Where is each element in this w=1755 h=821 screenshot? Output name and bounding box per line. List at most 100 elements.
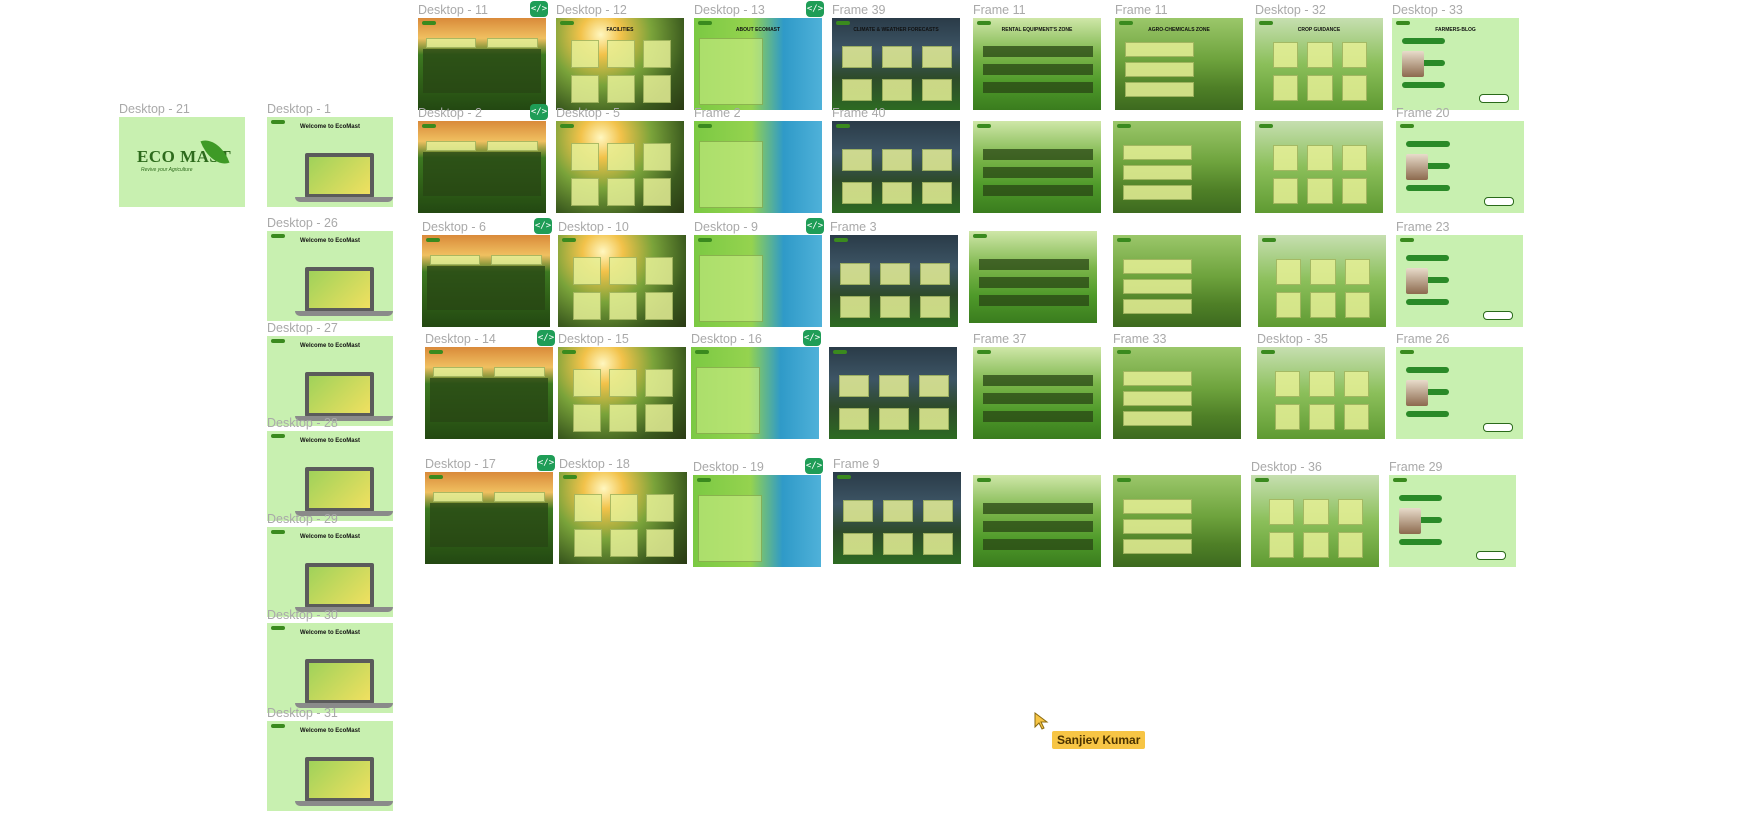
- frame-label[interactable]: Desktop - 11: [418, 3, 488, 17]
- frame-label[interactable]: Desktop - 14: [425, 332, 496, 346]
- frame-label[interactable]: Desktop - 9: [694, 220, 758, 234]
- frame-thumbnail[interactable]: ABOUT ECOMAST: [694, 18, 822, 110]
- frame-thumbnail[interactable]: [691, 347, 819, 439]
- frame-thumbnail[interactable]: [1251, 475, 1379, 567]
- frame-thumbnail[interactable]: RENTAL EQUIPMENT'S ZONE: [973, 18, 1101, 110]
- frame-label[interactable]: Desktop - 13: [694, 3, 765, 17]
- frame-thumbnail[interactable]: [418, 121, 546, 213]
- frame-thumbnail[interactable]: Welcome to EcoMast: [267, 431, 393, 521]
- frame-label[interactable]: Desktop - 36: [1251, 460, 1322, 474]
- frame-thumbnail[interactable]: [973, 475, 1101, 567]
- frame-label[interactable]: Desktop - 28: [267, 416, 338, 430]
- design-frame[interactable]: Desktop - 14 </>: [425, 330, 555, 439]
- frame-label[interactable]: Frame 40: [832, 106, 886, 120]
- frame-label[interactable]: Desktop - 12: [556, 3, 627, 17]
- design-frame[interactable]: Desktop - 10: [558, 220, 686, 327]
- frame-thumbnail[interactable]: Welcome to EcoMast: [267, 623, 393, 713]
- frame-label[interactable]: Frame 2: [694, 106, 741, 120]
- frame-label[interactable]: Frame 29: [1389, 460, 1443, 474]
- frame-thumbnail[interactable]: [969, 231, 1097, 323]
- design-frame[interactable]: [829, 347, 957, 439]
- frame-label[interactable]: Frame 20: [1396, 106, 1450, 120]
- frame-label[interactable]: Desktop - 31: [267, 706, 338, 720]
- design-frame[interactable]: [969, 231, 1097, 323]
- frame-label[interactable]: Frame 11: [1115, 3, 1168, 17]
- design-frame[interactable]: Frame 11 RENTAL EQUIPMENT'S ZONE: [973, 3, 1101, 110]
- frame-thumbnail[interactable]: Welcome to EcoMast: [267, 117, 393, 207]
- frame-label[interactable]: Frame 26: [1396, 332, 1450, 346]
- design-frame[interactable]: Frame 33: [1113, 332, 1241, 439]
- design-frame[interactable]: [1113, 235, 1241, 327]
- frame-thumbnail[interactable]: [833, 472, 961, 564]
- code-view-icon[interactable]: </>: [803, 330, 821, 346]
- frame-thumbnail[interactable]: Welcome to EcoMast: [267, 721, 393, 811]
- design-frame[interactable]: [1113, 121, 1241, 213]
- frame-thumbnail[interactable]: [425, 347, 553, 439]
- frame-thumbnail[interactable]: Welcome to EcoMast: [267, 527, 393, 617]
- code-view-icon[interactable]: </>: [806, 218, 824, 234]
- design-frame[interactable]: Desktop - 31 Welcome to EcoMast: [267, 706, 393, 811]
- design-frame[interactable]: Desktop - 19 </>: [693, 458, 823, 567]
- design-frame[interactable]: [973, 121, 1101, 213]
- frame-thumbnail[interactable]: [418, 18, 546, 110]
- frame-thumbnail[interactable]: [694, 121, 822, 213]
- design-frame[interactable]: Desktop - 5: [556, 106, 684, 213]
- design-frame[interactable]: Desktop - 6 </>: [422, 218, 552, 327]
- frame-thumbnail[interactable]: ECO MAST Revive your Agriculture: [119, 117, 245, 207]
- frame-thumbnail[interactable]: [556, 121, 684, 213]
- frame-thumbnail[interactable]: [558, 235, 686, 327]
- code-view-icon[interactable]: </>: [537, 330, 555, 346]
- design-frame[interactable]: Frame 39 CLIMATE & WEATHER FORECASTS: [832, 3, 960, 110]
- frame-thumbnail[interactable]: [694, 235, 822, 327]
- design-frame[interactable]: Frame 26: [1396, 332, 1523, 439]
- code-view-icon[interactable]: </>: [534, 218, 552, 234]
- design-frame[interactable]: Frame 20: [1396, 106, 1524, 213]
- frame-label[interactable]: Desktop - 26: [267, 216, 338, 230]
- frame-label[interactable]: Desktop - 30: [267, 608, 338, 622]
- frame-thumbnail[interactable]: [1113, 347, 1241, 439]
- design-frame[interactable]: Frame 23: [1396, 220, 1523, 327]
- code-view-icon[interactable]: </>: [530, 1, 548, 17]
- design-frame[interactable]: Desktop - 1 Welcome to EcoMast: [267, 102, 393, 207]
- design-frame[interactable]: Desktop - 27 Welcome to EcoMast: [267, 321, 393, 426]
- frame-thumbnail[interactable]: [830, 235, 958, 327]
- design-frame[interactable]: Frame 11 AGRO-CHEMICALS ZONE: [1115, 3, 1243, 110]
- frame-thumbnail[interactable]: [425, 472, 553, 564]
- frame-thumbnail[interactable]: [832, 121, 960, 213]
- frame-thumbnail[interactable]: FACILITIES: [556, 18, 684, 110]
- frame-thumbnail[interactable]: [693, 475, 821, 567]
- frame-label[interactable]: Desktop - 18: [559, 457, 630, 471]
- frame-thumbnail[interactable]: [1113, 235, 1241, 327]
- design-frame[interactable]: Desktop - 29 Welcome to EcoMast: [267, 512, 393, 617]
- frame-thumbnail[interactable]: [1255, 121, 1383, 213]
- frame-thumbnail[interactable]: [1113, 475, 1241, 567]
- design-frame[interactable]: Desktop - 13 ABOUT ECOMAST </>: [694, 1, 824, 110]
- frame-label[interactable]: Desktop - 32: [1255, 3, 1326, 17]
- code-view-icon[interactable]: </>: [530, 104, 548, 120]
- design-frame[interactable]: Desktop - 9 </>: [694, 218, 824, 327]
- frame-label[interactable]: Frame 39: [832, 3, 886, 17]
- design-canvas[interactable]: Desktop - 21 ECO MAST Revive your Agricult…: [0, 0, 1755, 821]
- design-frame[interactable]: Desktop - 30 Welcome to EcoMast: [267, 608, 393, 713]
- design-frame[interactable]: Desktop - 32 CROP GUIDANCE: [1255, 3, 1383, 110]
- frame-label[interactable]: Desktop - 5: [556, 106, 620, 120]
- frame-label[interactable]: Desktop - 16: [691, 332, 762, 346]
- frame-label[interactable]: Desktop - 1: [267, 102, 331, 116]
- frame-thumbnail[interactable]: [973, 347, 1101, 439]
- frame-thumbnail[interactable]: [1257, 347, 1385, 439]
- design-frame[interactable]: Desktop - 2 </>: [418, 104, 548, 213]
- frame-thumbnail[interactable]: CLIMATE & WEATHER FORECASTS: [832, 18, 960, 110]
- design-frame[interactable]: Desktop - 26 Welcome to EcoMast: [267, 216, 393, 321]
- design-frame[interactable]: [973, 475, 1101, 567]
- frame-label[interactable]: Desktop - 6: [422, 220, 486, 234]
- code-view-icon[interactable]: </>: [537, 455, 555, 471]
- design-frame[interactable]: Frame 37: [973, 332, 1101, 439]
- frame-label[interactable]: Desktop - 10: [558, 220, 629, 234]
- design-frame[interactable]: Desktop - 17 </>: [425, 455, 555, 564]
- frame-thumbnail[interactable]: [1389, 475, 1516, 567]
- frame-thumbnail[interactable]: CROP GUIDANCE: [1255, 18, 1383, 110]
- frame-thumbnail[interactable]: [1396, 347, 1523, 439]
- design-frame[interactable]: [1258, 235, 1386, 327]
- design-frame[interactable]: Frame 2: [694, 106, 822, 213]
- design-frame[interactable]: [1255, 121, 1383, 213]
